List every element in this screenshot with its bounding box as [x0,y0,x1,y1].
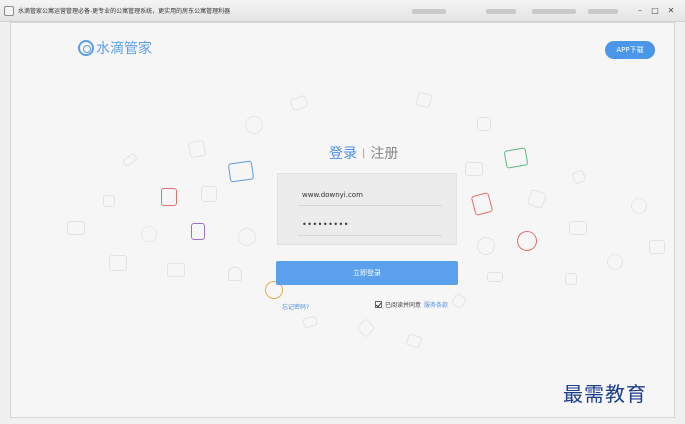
pen-icon [571,169,587,185]
tab-separator: | [362,147,366,159]
minimize-icon[interactable]: – [633,6,647,16]
titlebar-placeholder [486,9,516,14]
house-icon [477,117,491,131]
printer-icon [67,221,85,235]
magnify-icon [141,226,157,242]
window-titlebar: 水滴管家公寓运营管理必备-更专业的公寓管理系统，更实用的房东公寓管理利器 – □… [0,0,685,22]
note-icon [187,139,207,159]
agree-label: 已阅读并同意 [385,302,422,309]
screen-icon [569,221,587,235]
edit-note-icon [191,223,205,240]
tag-icon [526,188,548,210]
tab-register[interactable]: 注册 [370,143,398,163]
magnify-icon [631,198,647,214]
tag-icon [405,332,423,350]
doc-icon [103,195,115,207]
watermark-text: 最需教育 [563,382,647,406]
star-icon [356,318,376,338]
clock-icon [238,228,256,246]
pen-icon [450,292,468,310]
water-drop-icon [78,40,94,56]
username-input[interactable]: www.downyi.com [298,184,442,206]
login-form: www.downyi.com ••••••••• [277,173,457,245]
titlebar-placeholder [532,9,576,14]
bag-icon [289,94,309,112]
close-icon[interactable]: ✕ [664,6,678,16]
login-button[interactable]: 立即登录 [276,261,458,285]
agree-checkbox[interactable] [375,301,382,308]
chart-icon [245,116,263,134]
tab-login[interactable]: 登录 [329,143,357,163]
app-download-button[interactable]: APP下载 [605,41,655,59]
bell-icon [228,267,242,281]
terms-agreement: 已阅读并同意 服务条款 [375,300,448,309]
note-icon [109,255,127,271]
terms-link[interactable]: 服务条款 [424,300,448,309]
titlebar-placeholder [412,9,446,14]
logo-text: 水滴管家 [96,41,152,57]
password-input[interactable]: ••••••••• [298,214,442,236]
tag-icon [415,91,433,109]
login-window: 水滴管家 APP下载 登录 | 注册 www.downyi.com ••••••… [10,22,675,418]
location-pin-icon [514,228,540,254]
tag-icon [301,315,319,329]
download-icon [565,273,577,285]
yuan-note-icon [161,188,177,206]
pen-icon [122,152,138,168]
profile-icon [607,254,623,270]
car-icon [487,272,503,282]
maximize-icon[interactable]: □ [648,6,662,16]
screen-icon [465,162,483,176]
briefcase-icon [227,160,255,183]
car-icon [649,240,665,254]
logo: 水滴管家 [78,38,152,58]
auth-tabs: 登录 | 注册 [329,143,398,163]
monitor-chart-icon [503,147,529,169]
clover-icon [477,237,495,255]
box-icon [167,263,185,277]
titlebar-placeholder [588,9,618,14]
document-list-icon [470,192,494,216]
app-icon [4,6,14,16]
house-icon [201,186,217,202]
forgot-password-link[interactable]: 忘记密码? [282,302,309,311]
window-title: 水滴管家公寓运营管理必备-更专业的公寓管理系统，更实用的房东公寓管理利器 [18,8,231,15]
